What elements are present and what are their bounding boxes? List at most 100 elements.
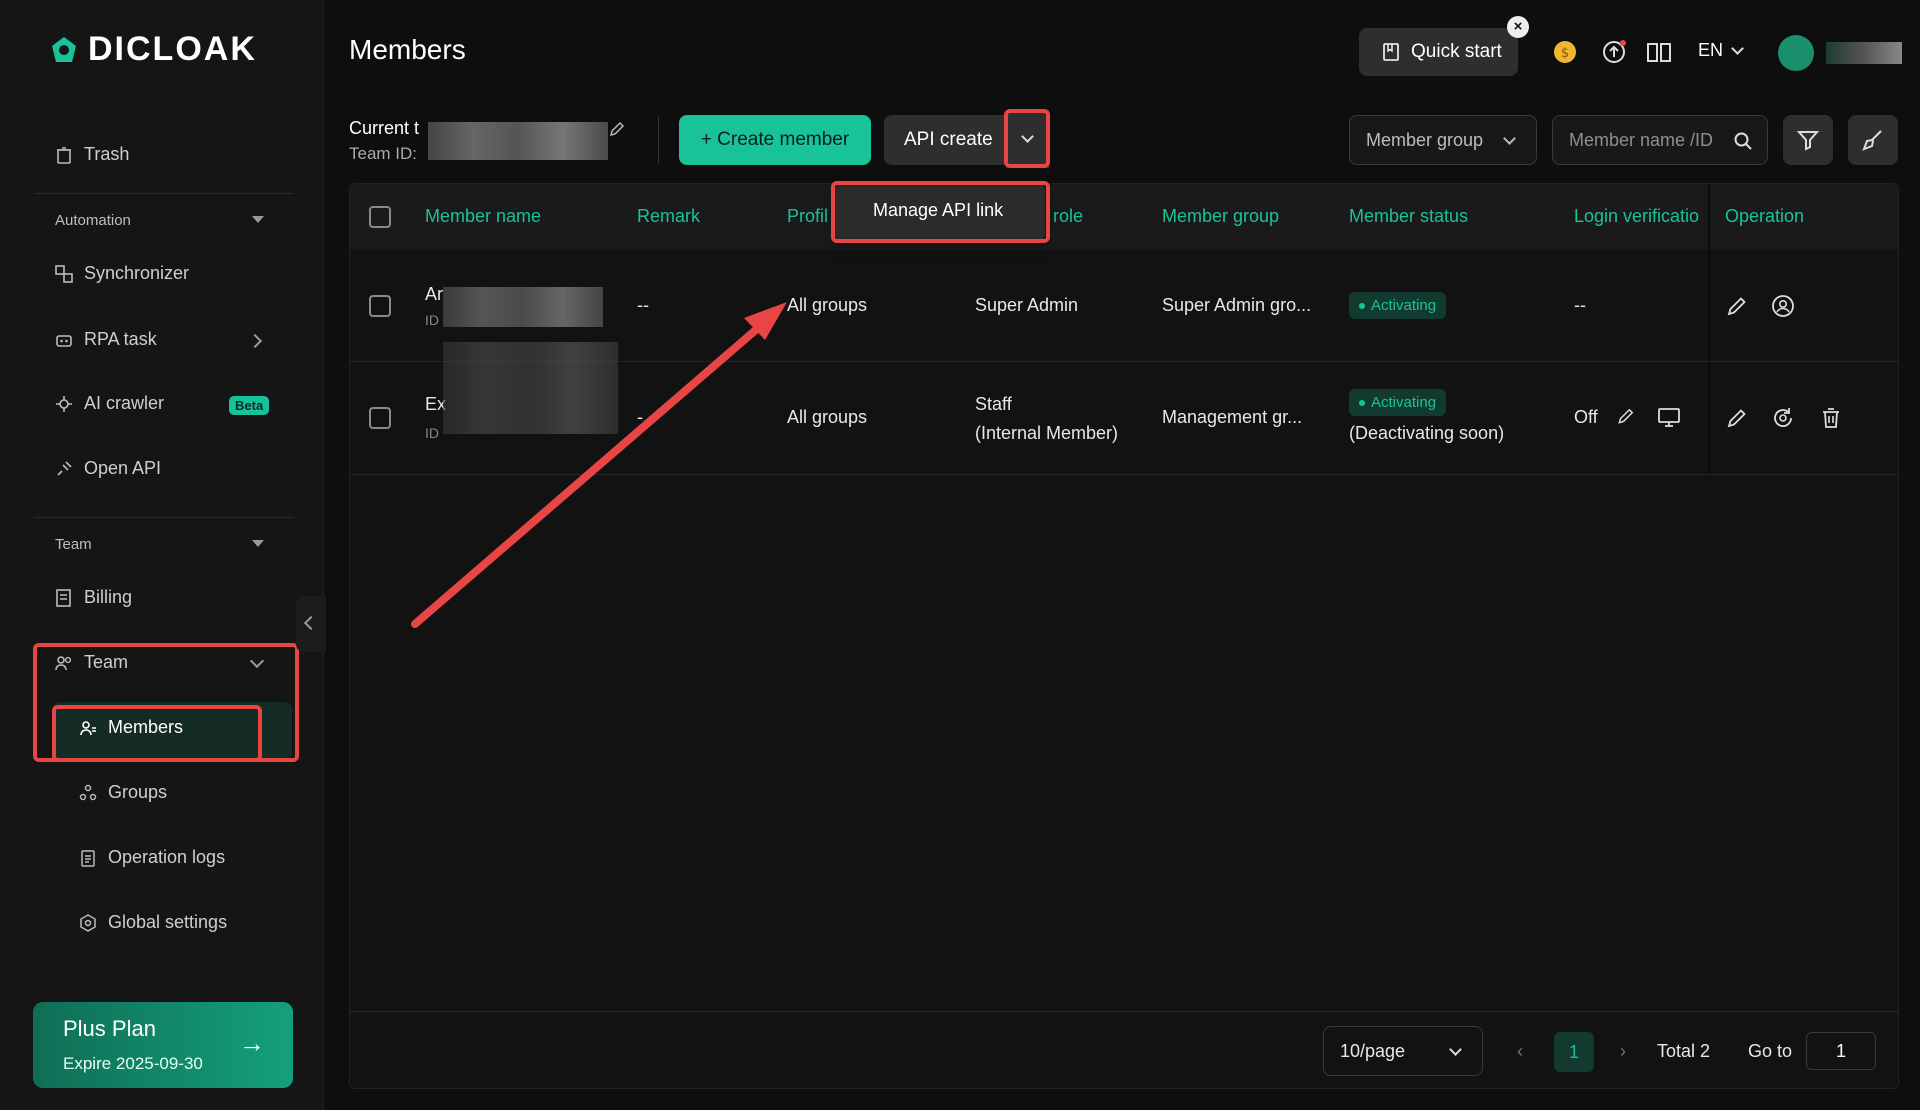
select-all-checkbox[interactable] bbox=[369, 206, 391, 228]
app-window: DICLOAK Trash Automation Synchronizer RP… bbox=[0, 0, 1920, 1110]
role: Staff bbox=[975, 394, 1012, 414]
column-header: Operation bbox=[1725, 206, 1805, 226]
member-name-redacted bbox=[443, 342, 618, 434]
sidebar-item-billing[interactable]: Billing bbox=[54, 587, 132, 608]
sidebar-item-groups[interactable]: Groups bbox=[78, 782, 167, 803]
members-table: Member name Remark Profil role Member gr… bbox=[349, 183, 1899, 1089]
synchronizer-icon bbox=[55, 264, 73, 283]
dicloak-logo-icon bbox=[52, 36, 76, 62]
edit-icon[interactable] bbox=[1616, 406, 1636, 426]
edit-icon[interactable] bbox=[1725, 294, 1749, 318]
automation-section-header[interactable]: Automation bbox=[55, 212, 131, 229]
caret-down-icon[interactable] bbox=[252, 216, 264, 223]
monitor-icon[interactable] bbox=[1657, 405, 1681, 429]
column-header[interactable]: Login verificatio bbox=[1574, 206, 1704, 227]
column-header[interactable]: Remark bbox=[637, 206, 700, 227]
member-group: Super Admin gro... bbox=[1162, 295, 1312, 315]
next-page-icon[interactable]: › bbox=[1620, 1041, 1626, 1062]
sidebar: DICLOAK Trash Automation Synchronizer RP… bbox=[0, 0, 324, 1110]
column-header[interactable]: Profil bbox=[787, 206, 828, 227]
goto-page-input[interactable]: 1 bbox=[1806, 1032, 1876, 1070]
trash-icon bbox=[57, 146, 71, 164]
close-icon[interactable]: × bbox=[1507, 16, 1529, 38]
sidebar-item-synchronizer[interactable]: Synchronizer bbox=[54, 263, 189, 284]
create-member-button[interactable]: + Create member bbox=[679, 115, 871, 165]
upload-icon[interactable] bbox=[1600, 38, 1628, 66]
quick-start-label: Quick start bbox=[1411, 41, 1502, 62]
filter-button[interactable] bbox=[1783, 115, 1833, 165]
sidebar-item-rpa-task[interactable]: RPA task bbox=[54, 329, 157, 350]
sidebar-item-label: Synchronizer bbox=[84, 263, 190, 283]
clipboard-icon bbox=[81, 849, 95, 867]
avatar[interactable] bbox=[1778, 35, 1814, 71]
search-placeholder: Member name /ID bbox=[1569, 129, 1714, 150]
member-group-select[interactable]: Member group bbox=[1349, 115, 1537, 165]
sidebar-item-ai-crawler[interactable]: AI crawler bbox=[54, 393, 164, 414]
member-name: Ar bbox=[425, 284, 443, 304]
team-info-redacted bbox=[428, 122, 608, 160]
profile: All groups bbox=[787, 295, 868, 315]
language-select[interactable]: EN bbox=[1698, 40, 1744, 61]
sidebar-item-label: Operation logs bbox=[108, 847, 226, 867]
clear-button[interactable] bbox=[1848, 115, 1898, 165]
role: Super Admin bbox=[975, 295, 1079, 315]
search-input[interactable]: Member name /ID bbox=[1552, 115, 1768, 165]
column-header[interactable]: Member status bbox=[1349, 206, 1468, 227]
groups-icon bbox=[79, 784, 97, 800]
plug-icon bbox=[57, 460, 72, 476]
plan-expiry: Expire 2025-09-30 bbox=[63, 1054, 203, 1073]
sidebar-item-trash[interactable]: Trash bbox=[54, 144, 129, 165]
refresh-icon[interactable] bbox=[1771, 406, 1795, 430]
column-header[interactable]: Member name bbox=[425, 206, 541, 227]
sidebar-item-global-settings[interactable]: Global settings bbox=[78, 912, 227, 933]
status-badge: Activating bbox=[1349, 292, 1447, 319]
page-number-current[interactable]: 1 bbox=[1554, 1032, 1594, 1072]
column-header[interactable]: role bbox=[1053, 206, 1083, 227]
sidebar-item-label: RPA task bbox=[84, 329, 157, 349]
sidebar-item-label: AI crawler bbox=[84, 393, 165, 413]
login-verification: Off bbox=[1574, 407, 1598, 427]
sidebar-item-operation-logs[interactable]: Operation logs bbox=[78, 847, 225, 868]
team-section-header[interactable]: Team bbox=[55, 536, 92, 553]
chevron-down-icon bbox=[1731, 41, 1744, 55]
prev-page-icon[interactable]: ‹ bbox=[1517, 1041, 1523, 1062]
brush-icon bbox=[1862, 130, 1882, 151]
chevron-down-icon bbox=[1503, 132, 1516, 145]
login-verification: -- bbox=[1574, 295, 1586, 315]
edit-icon[interactable] bbox=[608, 120, 626, 138]
crawler-icon bbox=[56, 395, 72, 412]
member-name-redacted bbox=[443, 287, 603, 327]
sidebar-item-label: Global settings bbox=[108, 912, 228, 932]
search-icon[interactable] bbox=[1733, 131, 1753, 151]
book-icon bbox=[1383, 43, 1399, 61]
beta-badge: Beta bbox=[229, 396, 270, 415]
table-header: Member name Remark Profil role Member gr… bbox=[350, 184, 1898, 250]
divider bbox=[34, 517, 294, 518]
team-id-label: Team ID: bbox=[349, 144, 418, 163]
sidebar-item-label: Groups bbox=[108, 782, 168, 802]
profile: All groups bbox=[787, 407, 868, 427]
total-count: Total 2 bbox=[1657, 1041, 1711, 1061]
column-header[interactable]: Member group bbox=[1162, 206, 1279, 227]
quick-start-button[interactable]: Quick start bbox=[1359, 28, 1518, 76]
page-size-select[interactable]: 10/page bbox=[1323, 1026, 1483, 1076]
open-book-icon[interactable] bbox=[1645, 38, 1673, 66]
plan-card[interactable]: Plus Plan Expire 2025-09-30 → bbox=[33, 1002, 293, 1088]
sidebar-item-open-api[interactable]: Open API bbox=[54, 458, 161, 479]
table-row[interactable]: Ex ID - All groups Staff (Internal Membe… bbox=[350, 342, 1898, 475]
user-profile-icon[interactable] bbox=[1771, 294, 1795, 318]
goto-label: Go to bbox=[1748, 1041, 1793, 1061]
remark: -- bbox=[637, 295, 649, 315]
edit-icon[interactable] bbox=[1725, 406, 1749, 430]
divider bbox=[34, 193, 294, 194]
page-size-value: 10/page bbox=[1340, 1040, 1406, 1061]
trash-icon[interactable] bbox=[1819, 406, 1843, 430]
row-checkbox[interactable] bbox=[369, 407, 391, 429]
caret-down-icon[interactable] bbox=[252, 540, 264, 547]
chevron-down-icon bbox=[1449, 1043, 1462, 1056]
svg-text:$: $ bbox=[1561, 46, 1569, 61]
row-checkbox[interactable] bbox=[369, 295, 391, 317]
coin-icon[interactable]: $ bbox=[1551, 38, 1579, 66]
highlight-members-box bbox=[52, 705, 262, 762]
collapse-sidebar-button[interactable] bbox=[296, 596, 326, 652]
